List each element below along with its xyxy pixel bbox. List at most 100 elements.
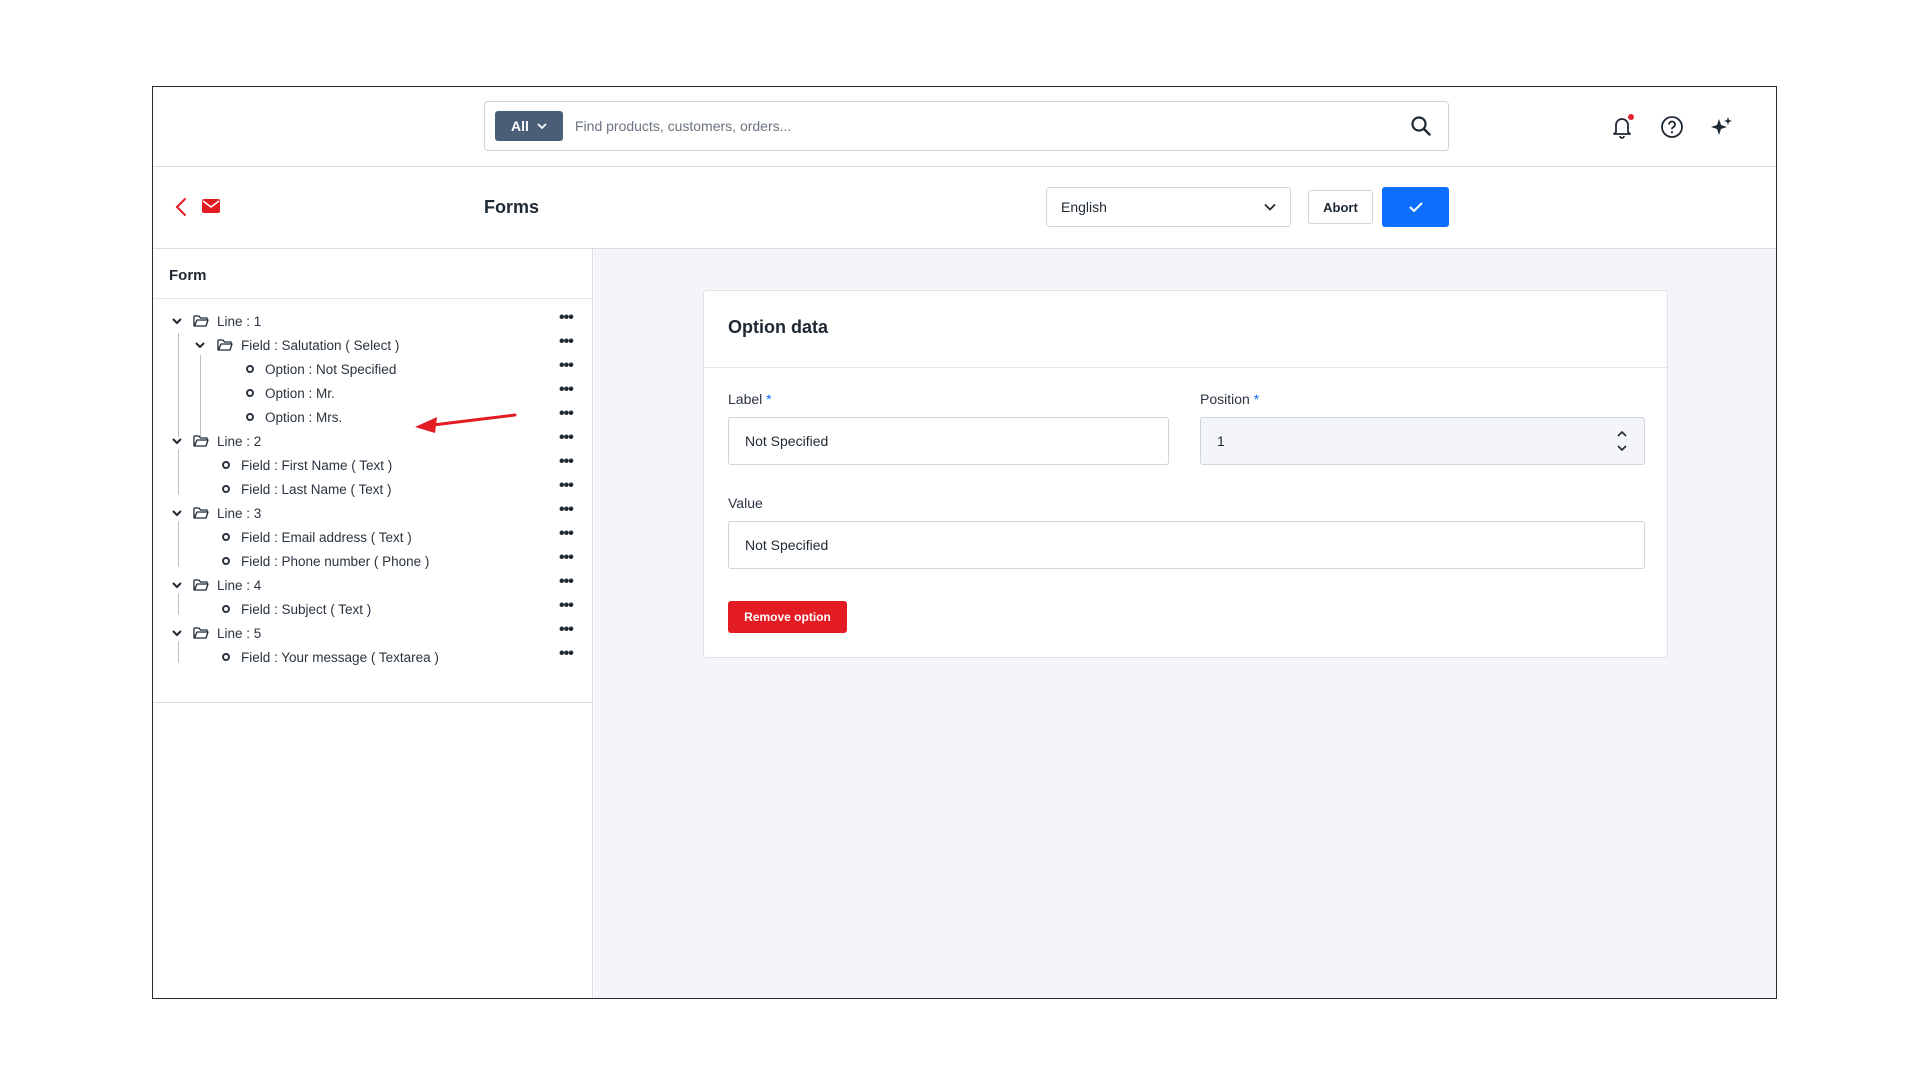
- tree-node-label: Field : Phone number ( Phone ): [241, 553, 430, 569]
- tree-node-line-3[interactable]: Line : 3 •••: [153, 501, 574, 525]
- back-arrow-icon[interactable]: [171, 195, 193, 219]
- label-input-value: Not Specified: [745, 433, 829, 449]
- tree-node-label: Line : 1: [217, 313, 262, 329]
- more-options-icon[interactable]: •••: [559, 478, 574, 499]
- required-mark: *: [766, 391, 772, 407]
- language-value: English: [1061, 199, 1107, 215]
- tree-node-option-mr[interactable]: Option : Mr. •••: [153, 381, 574, 405]
- detail-panel: Option data Label * Not Specified Positi…: [594, 249, 1776, 998]
- bullet-icon: [222, 485, 230, 493]
- tree-node-field-subject[interactable]: Field : Subject ( Text ) •••: [153, 597, 574, 621]
- folder-open-icon: [193, 315, 209, 327]
- more-options-icon[interactable]: •••: [559, 646, 574, 667]
- checkmark-icon: [1408, 202, 1423, 213]
- folder-open-icon: [193, 435, 209, 447]
- global-search: All: [484, 101, 1449, 151]
- app-window: All Forms English Abort: [152, 86, 1777, 999]
- help-button[interactable]: [1658, 113, 1686, 141]
- form-tree-panel: Form Line : 1 ••• Field : Salutation ( S…: [153, 249, 593, 998]
- more-options-icon[interactable]: •••: [559, 334, 574, 355]
- tree-node-label: Field : Last Name ( Text ): [241, 481, 392, 497]
- ai-assistant-button[interactable]: [1708, 113, 1736, 141]
- bullet-icon: [222, 557, 230, 565]
- chevron-down-icon[interactable]: [171, 315, 183, 327]
- more-options-icon[interactable]: •••: [559, 310, 574, 331]
- more-options-icon[interactable]: •••: [559, 430, 574, 451]
- chevron-down-icon: [537, 123, 547, 130]
- bullet-icon: [222, 653, 230, 661]
- annotation-arrow-icon: [415, 413, 517, 433]
- tree-node-field-phone[interactable]: Field : Phone number ( Phone ) •••: [153, 549, 574, 573]
- bullet-icon: [222, 461, 230, 469]
- chevron-down-icon[interactable]: [1616, 444, 1628, 452]
- tree-node-label: Option : Not Specified: [265, 361, 397, 377]
- tree-node-label: Option : Mrs.: [265, 409, 343, 425]
- position-field-label: Position *: [1200, 391, 1259, 407]
- position-field-label-text: Position: [1200, 391, 1250, 407]
- chevron-down-icon[interactable]: [171, 579, 183, 591]
- tree-node-field-salutation[interactable]: Field : Salutation ( Select ) •••: [153, 333, 574, 357]
- bullet-icon: [246, 389, 254, 397]
- search-icon[interactable]: [1410, 115, 1432, 137]
- tree-node-label: Line : 3: [217, 505, 262, 521]
- chevron-down-icon[interactable]: [171, 435, 183, 447]
- tree-node-label: Line : 4: [217, 577, 262, 593]
- more-options-icon[interactable]: •••: [559, 598, 574, 619]
- bullet-icon: [246, 365, 254, 373]
- stepper-controls: [1616, 430, 1628, 452]
- more-options-icon[interactable]: •••: [559, 550, 574, 571]
- tree-node-field-first-name[interactable]: Field : First Name ( Text ) •••: [153, 453, 574, 477]
- chevron-down-icon[interactable]: [171, 507, 183, 519]
- search-input[interactable]: [575, 112, 1375, 140]
- required-mark: *: [1253, 391, 1260, 407]
- tree-node-line-1[interactable]: Line : 1 •••: [153, 309, 574, 333]
- more-options-icon[interactable]: •••: [559, 382, 574, 403]
- tree-node-label: Option : Mr.: [265, 385, 335, 401]
- tree-node-field-message[interactable]: Field : Your message ( Textarea ) •••: [153, 645, 574, 669]
- tree-node-label: Line : 5: [217, 625, 262, 641]
- page-title: Forms: [484, 197, 540, 217]
- top-bar: All: [153, 87, 1776, 167]
- label-field-label-text: Label: [728, 391, 763, 407]
- bullet-icon: [222, 533, 230, 541]
- tree-node-option-not-specified[interactable]: Option : Not Specified •••: [153, 357, 574, 381]
- chevron-down-icon[interactable]: [194, 339, 206, 351]
- option-data-card: Option data Label * Not Specified Positi…: [703, 290, 1668, 658]
- value-input[interactable]: Not Specified: [728, 521, 1645, 569]
- label-field-label: Label *: [728, 391, 772, 407]
- panel-title: Form: [153, 249, 592, 299]
- mail-icon: [202, 199, 220, 213]
- position-stepper[interactable]: 1: [1200, 417, 1645, 465]
- abort-button[interactable]: Abort: [1308, 190, 1373, 224]
- more-options-icon[interactable]: •••: [559, 454, 574, 475]
- label-input[interactable]: Not Specified: [728, 417, 1169, 465]
- tree-node-line-4[interactable]: Line : 4 •••: [153, 573, 574, 597]
- more-options-icon[interactable]: •••: [559, 502, 574, 523]
- divider: [704, 367, 1667, 368]
- tree-node-line-5[interactable]: Line : 5 •••: [153, 621, 574, 645]
- search-scope-label: All: [511, 118, 529, 134]
- top-icons: [1608, 113, 1736, 141]
- language-select[interactable]: English: [1046, 187, 1291, 227]
- card-title: Option data: [728, 317, 828, 337]
- tree-node-label: Field : Your message ( Textarea ): [241, 649, 439, 665]
- notifications-button[interactable]: [1608, 113, 1636, 141]
- remove-option-button[interactable]: Remove option: [728, 601, 847, 633]
- search-scope-dropdown[interactable]: All: [495, 111, 563, 141]
- more-options-icon[interactable]: •••: [559, 574, 574, 595]
- save-button[interactable]: [1382, 187, 1449, 227]
- folder-open-icon: [193, 507, 209, 519]
- more-options-icon[interactable]: •••: [559, 622, 574, 643]
- sparkles-icon: [1711, 117, 1732, 135]
- more-options-icon[interactable]: •••: [559, 406, 574, 427]
- chevron-down-icon[interactable]: [171, 627, 183, 639]
- position-value: 1: [1217, 433, 1225, 449]
- more-options-icon[interactable]: •••: [559, 526, 574, 547]
- tree-node-field-email[interactable]: Field : Email address ( Text ) •••: [153, 525, 574, 549]
- chevron-up-icon[interactable]: [1616, 430, 1628, 438]
- help-icon: [1661, 116, 1683, 138]
- more-options-icon[interactable]: •••: [559, 358, 574, 379]
- page-toolbar: Forms English Abort: [153, 167, 1776, 249]
- form-tree: Line : 1 ••• Field : Salutation ( Select…: [153, 299, 592, 703]
- tree-node-field-last-name[interactable]: Field : Last Name ( Text ) •••: [153, 477, 574, 501]
